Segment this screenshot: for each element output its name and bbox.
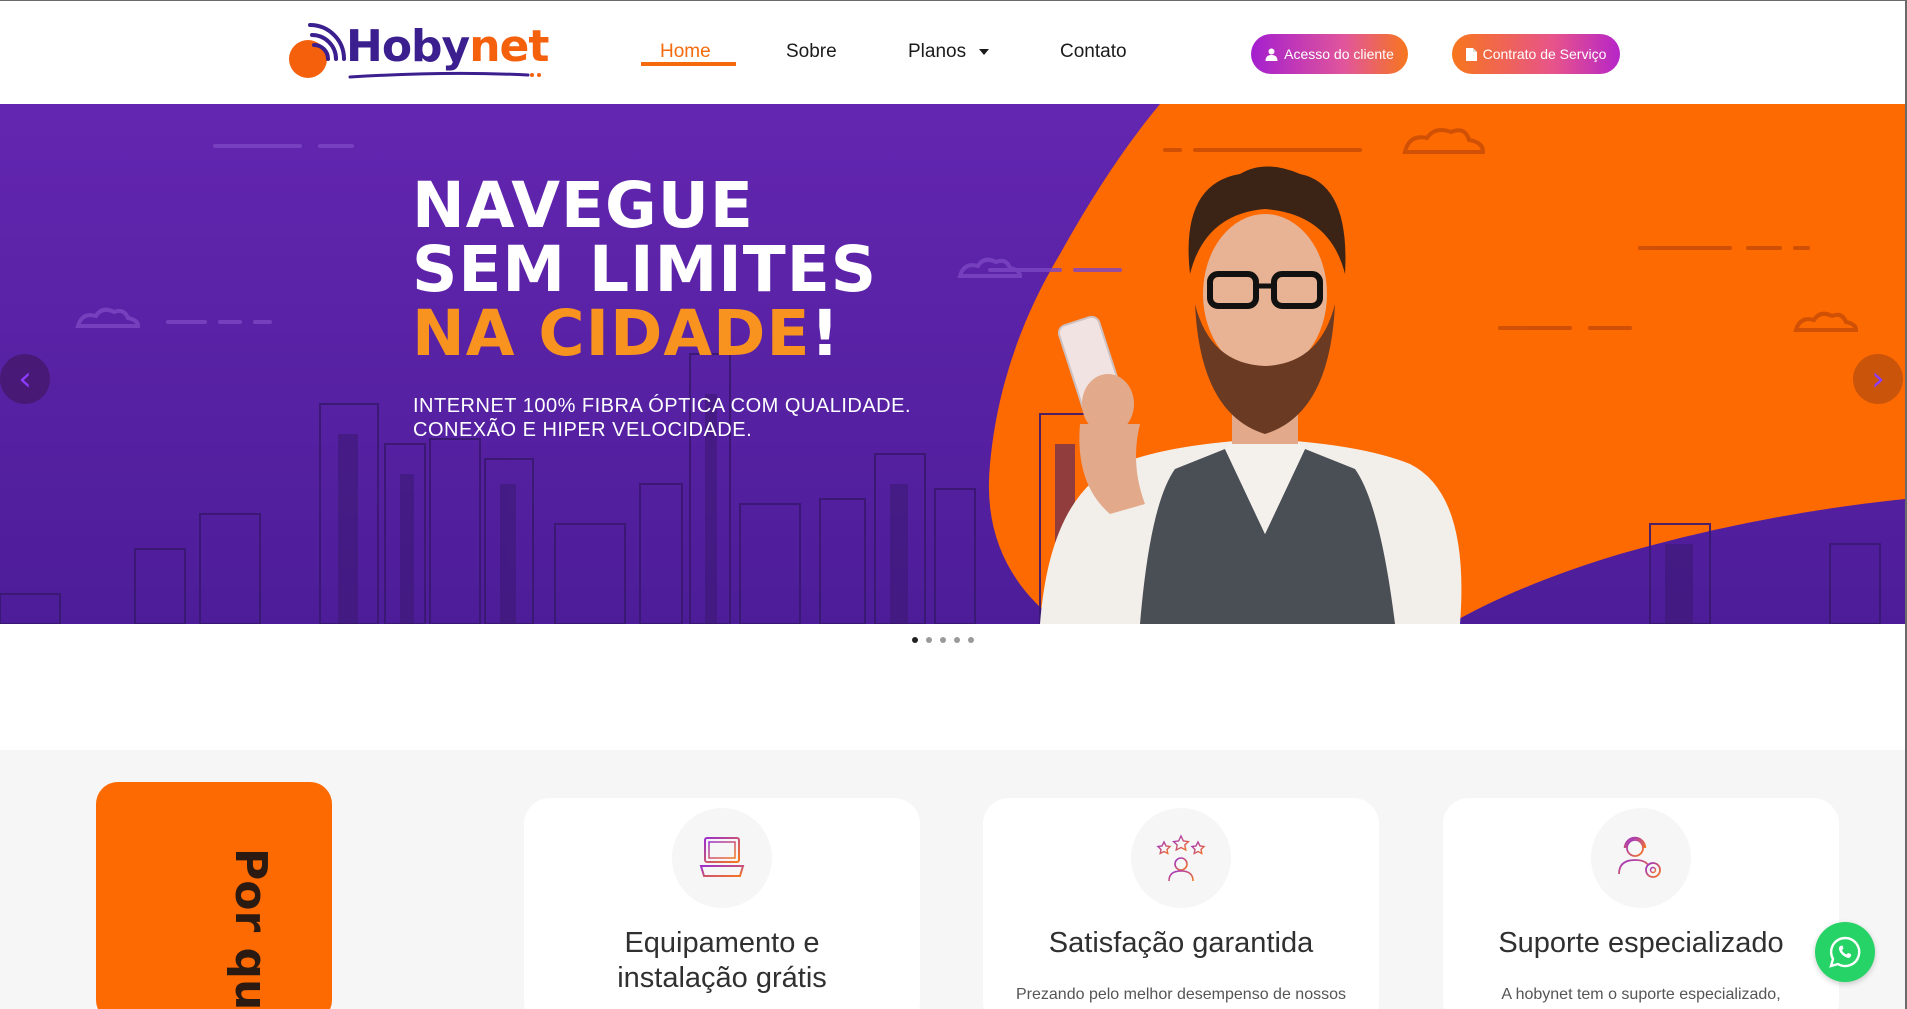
nav-planos[interactable]: Planos [908,41,966,63]
feature-title-line1: Equipamento e [624,927,820,959]
slider-dot-5[interactable] [968,637,974,643]
support-agent-icon [1618,836,1663,880]
feature-card-suporte: Suporte especializado A hobynet tem o su… [1443,798,1839,1009]
feature-icon-circle [672,808,772,908]
chevron-down-icon[interactable] [979,49,989,55]
hero-headline-line2: SEM LIMITES [412,233,878,306]
hero-headline-line1: NAVEGUE [412,169,754,242]
user-icon [1265,48,1278,61]
hero-headline-highlight: NA CIDADE [412,297,811,370]
logo-wordmark: Hobynet [346,21,549,72]
slider-dot-2[interactable] [926,637,932,643]
whatsapp-chat-button[interactable] [1815,922,1875,982]
logo-underline-swoosh [348,71,541,79]
logo-text-net: net [469,21,549,72]
slider-dot-3[interactable] [940,637,946,643]
slider-dot-1[interactable] [912,637,918,643]
why-choose-card [96,782,332,1009]
hero-headline: NAVEGUE SEM LIMITES NA CIDADE! [412,174,877,366]
nav-contato[interactable]: Contato [1060,41,1127,63]
nav-sobre[interactable]: Sobre [786,41,837,63]
feature-card-equipamento: Equipamento e instalação grátis [524,798,920,1009]
whatsapp-icon [1829,936,1861,968]
feature-icon-circle [1131,808,1231,908]
feature-card-title: Suporte especializado [1498,927,1784,959]
acesso-do-cliente-label: Acesso do cliente [1284,46,1394,62]
slider-prev-button[interactable]: ‹ [0,354,50,404]
hero-headline-line3: NA CIDADE! [412,302,877,366]
feature-card-title: Equipamento e instalação grátis [524,926,920,996]
feature-title-line2: instalação grátis [617,962,827,994]
hero-subtitle-line1: INTERNET 100% FIBRA ÓPTICA COM QUALIDADE… [413,395,912,417]
feature-icon-circle [1591,808,1691,908]
slider-pagination [912,637,974,643]
chevron-left-icon: ‹ [18,359,32,399]
feature-card-description: Prezando pelo melhor desempenso de nosso… [1016,986,1346,1003]
contrato-de-servico-button[interactable]: Contrato de Serviço [1452,34,1620,74]
hero-subtitle-line2: CONEXÃO E HIPER VELOCIDADE. [413,419,753,441]
nav-home-active-underline [641,62,736,66]
slider-next-button[interactable]: › [1853,354,1903,404]
features-section: Por qu Equipamento e instalação grátis S… [0,750,1905,1009]
slider-dot-4[interactable] [954,637,960,643]
site-header: Hobynet Home Sobre Planos Contato Acesso… [0,1,1905,104]
feature-card-title: Satisfação garantida [1048,927,1314,959]
rating-stars-icon [1156,834,1206,882]
page: Hobynet Home Sobre Planos Contato Acesso… [0,0,1907,1009]
hobynet-logo[interactable]: Hobynet [288,21,549,83]
hero-subtitle: INTERNET 100% FIBRA ÓPTICA COM QUALIDADE… [413,394,911,442]
hero-slider: NAVEGUE SEM LIMITES NA CIDADE! INTERNET … [0,104,1905,624]
feature-card-description: A hobynet tem o suporte especializado, [1501,986,1781,1003]
contrato-de-servico-label: Contrato de Serviço [1482,46,1607,62]
laptop-icon [699,837,745,877]
acesso-do-cliente-button[interactable]: Acesso do cliente [1251,34,1408,74]
chevron-right-icon: › [1871,359,1885,399]
nav-home[interactable]: Home [660,41,711,63]
document-icon [1465,47,1477,61]
hero-background-illustration [0,104,1905,624]
why-choose-heading: Por qu [225,848,276,1009]
hero-headline-exclamation: ! [810,297,841,370]
feature-card-satisfacao: Satisfação garantida Prezando pelo melho… [983,798,1379,1009]
logo-text-hoby: Hoby [346,21,470,72]
